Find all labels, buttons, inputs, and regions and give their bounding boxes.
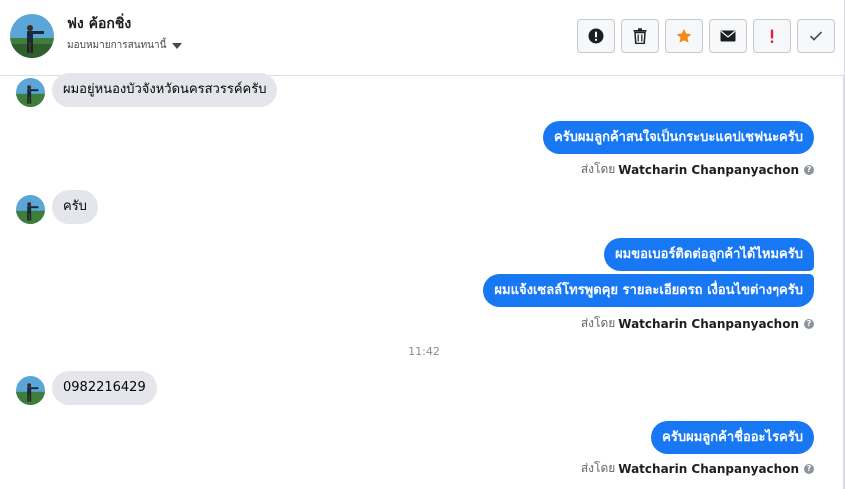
trash-icon [633,28,647,44]
contact-avatar[interactable] [10,14,54,58]
help-icon[interactable]: ? [804,164,814,175]
delete-button[interactable] [621,19,659,53]
exclamation-icon [770,29,774,43]
contact-name: ฟง ค้อกชิ่ง [67,16,132,32]
follow-up-button[interactable] [753,19,791,53]
outgoing-message[interactable]: ครับผมลูกค้าสนใจเป็นกระบะแคปเชฟนะครับ [543,121,814,154]
sent-by-label: ส่งโดย Watcharin Chanpanyachon ? [581,160,814,179]
sent-by-agent[interactable]: Watcharin Chanpanyachon [618,163,799,177]
incoming-message[interactable]: ผมอยู่หนองบัวจังหวัดนครสวรรค์ครับ [52,73,278,107]
mark-unread-button[interactable] [709,19,747,53]
contact-avatar-small[interactable] [16,376,45,405]
sent-by-prefix: ส่งโดย [580,461,616,475]
envelope-icon [720,30,736,42]
outgoing-message[interactable]: ผมขอเบอร์ติดต่อลูกค้าได้ไหมครับ [604,238,814,271]
incoming-message[interactable]: ครับ [52,190,98,224]
alert-circle-icon [588,28,604,44]
sent-by-prefix: ส่งโดย [580,162,616,176]
star-button[interactable] [665,19,703,53]
outgoing-message[interactable]: ผมแจ้งเซลล์โทรพูดคุย รายละเอียดรถ เงื่อน… [483,274,814,307]
assign-label: มอบหมายการสนทนานี้ [67,40,167,51]
conversation-panel: ฟง ค้อกชิ่ง มอบหมายการสนทนานี้ ผมอยู่หนอ… [0,0,845,489]
sent-by-prefix: ส่งโดย [580,316,616,330]
message-timestamp: 11:42 [408,345,440,358]
sent-by-label: ส่งโดย Watcharin Chanpanyachon ? [581,459,814,478]
mark-done-button[interactable] [797,19,835,53]
sent-by-agent[interactable]: Watcharin Chanpanyachon [618,462,799,476]
conversation-actions [577,19,835,53]
assign-conversation-dropdown[interactable]: มอบหมายการสนทนานี้ [67,38,183,53]
sent-by-agent[interactable]: Watcharin Chanpanyachon [618,317,799,331]
chevron-down-icon [172,43,183,49]
mark-spam-button[interactable] [577,19,615,53]
contact-avatar-small[interactable] [16,78,45,107]
panel-divider [843,76,844,489]
check-icon [809,31,823,41]
incoming-message[interactable]: 0982216429 [52,371,157,405]
help-icon[interactable]: ? [804,318,814,329]
contact-avatar-small[interactable] [16,195,45,224]
star-icon [676,28,692,43]
conversation-header: ฟง ค้อกชิ่ง มอบหมายการสนทนานี้ [0,0,844,76]
sent-by-label: ส่งโดย Watcharin Chanpanyachon ? [581,314,814,333]
help-icon[interactable]: ? [804,463,814,474]
outgoing-message[interactable]: ครับผมลูกค้าชื่ออะไรครับ [651,421,814,454]
